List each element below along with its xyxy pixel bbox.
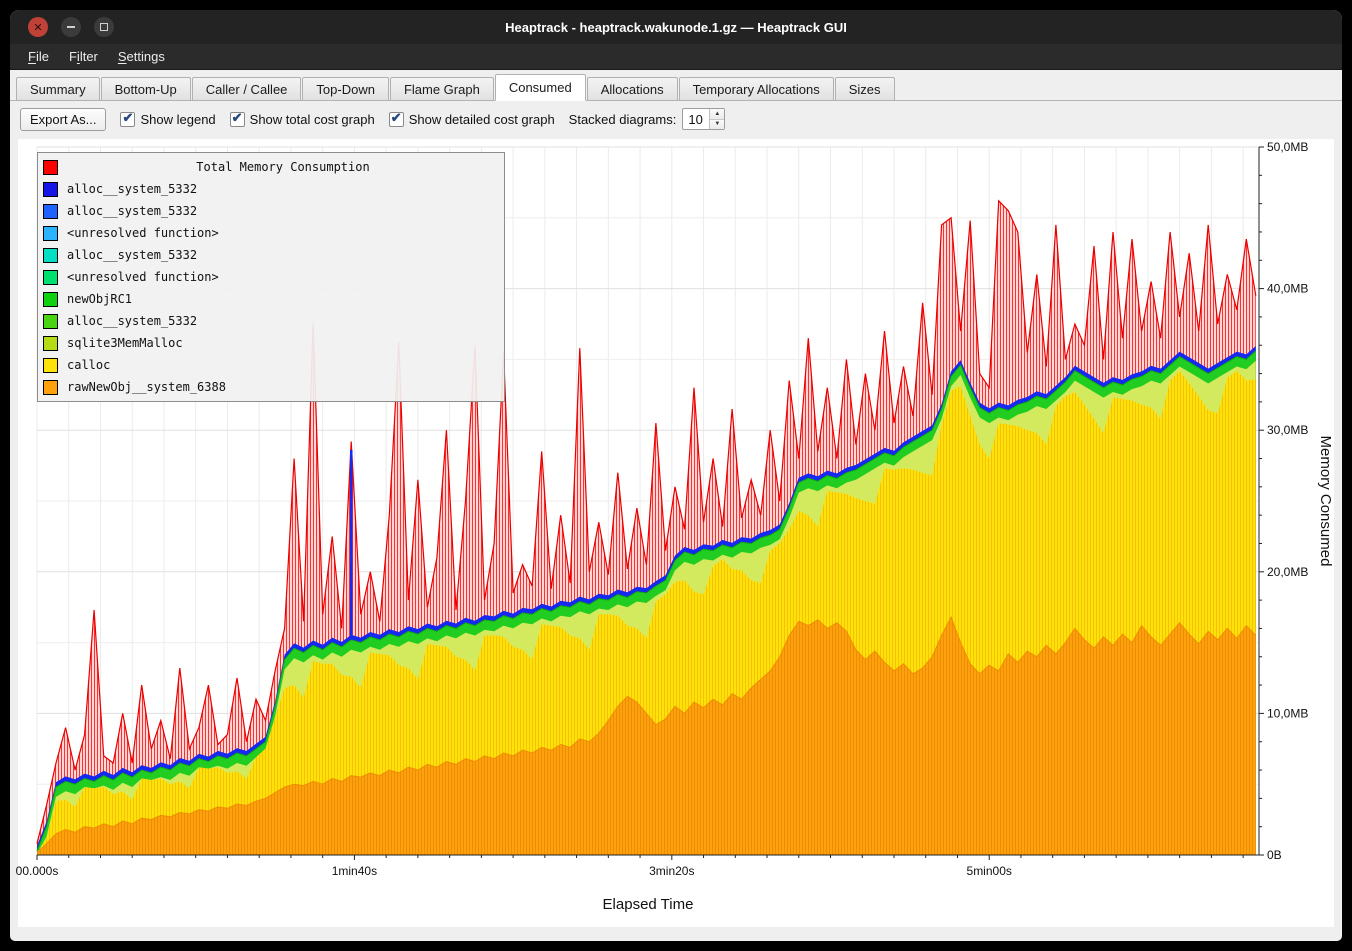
legend-item: alloc__system_5332 [43, 244, 499, 266]
menu-file[interactable]: File [18, 46, 59, 67]
tab-allocations[interactable]: Allocations [587, 77, 678, 100]
spinner-up-button[interactable]: ▲ [710, 109, 724, 120]
chart-toolbar: Export As... Show legend Show total cost… [10, 101, 1342, 137]
y-tick-label: 0B [1267, 848, 1282, 862]
menu-filter[interactable]: Filter [59, 46, 108, 67]
legend-label: newObjRC1 [67, 292, 132, 306]
legend-swatch [43, 380, 58, 395]
maximize-icon [100, 23, 108, 31]
app-window: ✕ Heaptrack - heaptrack.wakunode.1.gz — … [10, 10, 1342, 941]
legend-swatch [43, 248, 58, 263]
minimize-icon [67, 26, 75, 28]
y-tick-label: 10,0MB [1267, 706, 1308, 720]
show-total-cost-graph-checkbox[interactable]: Show total cost graph [230, 112, 375, 127]
legend-swatch [43, 336, 58, 351]
export-as-button[interactable]: Export As... [20, 108, 106, 131]
stacked-diagrams-label: Stacked diagrams: [569, 112, 677, 127]
show-legend-checkbox[interactable]: Show legend [120, 112, 215, 127]
legend-label: calloc [67, 358, 110, 372]
legend-item: alloc__system_5332 [43, 310, 499, 332]
legend-item: <unresolved function> [43, 266, 499, 288]
legend-label: sqlite3MemMalloc [67, 336, 183, 350]
checkbox-label: Show detailed cost graph [409, 112, 555, 127]
show-detailed-cost-graph-checkbox[interactable]: Show detailed cost graph [389, 112, 555, 127]
checkbox-indicator [389, 112, 404, 127]
legend-swatch [43, 292, 58, 307]
x-axis-title: Elapsed Time [603, 896, 694, 913]
legend-item: <unresolved function> [43, 222, 499, 244]
y-axis-title: Memory Consumed [1317, 436, 1334, 567]
legend-swatch [43, 270, 58, 285]
checkbox-indicator [120, 112, 135, 127]
menubar: FileFilterSettings [10, 44, 1342, 70]
minimize-button[interactable] [61, 17, 81, 37]
stacked-diagrams-spinner[interactable]: 10 ▲ ▼ [682, 108, 725, 130]
tab-temporary-allocations[interactable]: Temporary Allocations [679, 77, 834, 100]
legend-swatch [43, 314, 58, 329]
tab-consumed[interactable]: Consumed [495, 74, 586, 101]
tab-bottom-up[interactable]: Bottom-Up [101, 77, 191, 100]
checkbox-indicator [230, 112, 245, 127]
close-button[interactable]: ✕ [28, 17, 48, 37]
y-tick-label: 50,0MB [1267, 140, 1308, 154]
legend-item: rawNewObj__system_6388 [43, 376, 499, 398]
chart-area: 0B 10,0MB 20,0MB 30,0MB 40,0MB 50,0MB 00.000s 1… [18, 139, 1334, 927]
checkbox-label: Show legend [140, 112, 215, 127]
tab-sizes[interactable]: Sizes [835, 77, 895, 100]
window-controls: ✕ [28, 17, 114, 37]
menu-settings[interactable]: Settings [108, 46, 175, 67]
legend-label: <unresolved function> [67, 226, 219, 240]
legend-title-row: Total Memory Consumption [43, 156, 499, 178]
titlebar[interactable]: ✕ Heaptrack - heaptrack.wakunode.1.gz — … [10, 10, 1342, 44]
y-tick-label: 20,0MB [1267, 565, 1308, 579]
legend-item: sqlite3MemMalloc [43, 332, 499, 354]
legend-label: alloc__system_5332 [67, 182, 197, 196]
legend-title: Total Memory Consumption [67, 160, 499, 174]
tab-top-down[interactable]: Top-Down [302, 77, 389, 100]
legend-label: alloc__system_5332 [67, 248, 197, 262]
legend-item: alloc__system_5332 [43, 178, 499, 200]
x-tick-label: 5min00s [967, 864, 1012, 878]
legend-label: alloc__system_5332 [67, 204, 197, 218]
tab-caller-callee[interactable]: Caller / Callee [192, 77, 302, 100]
y-tick-label: 40,0MB [1267, 282, 1308, 296]
legend-label: alloc__system_5332 [67, 314, 197, 328]
spinner-value: 10 [683, 109, 709, 129]
legend-item: newObjRC1 [43, 288, 499, 310]
checkbox-label: Show total cost graph [250, 112, 375, 127]
chart-legend: Total Memory Consumption alloc__system_53… [37, 152, 505, 402]
legend-swatch [43, 182, 58, 197]
spinner-down-button[interactable]: ▼ [710, 120, 724, 130]
x-tick-label: 3min20s [649, 864, 694, 878]
tab-bar: SummaryBottom-UpCaller / CalleeTop-DownF… [10, 70, 1342, 101]
y-tick-label: 30,0MB [1267, 423, 1308, 437]
maximize-button[interactable] [94, 17, 114, 37]
legend-item: alloc__system_5332 [43, 200, 499, 222]
x-tick-label: 1min40s [332, 864, 377, 878]
tab-summary[interactable]: Summary [16, 77, 100, 100]
legend-swatch [43, 358, 58, 373]
spinner-arrows: ▲ ▼ [709, 109, 724, 129]
window-title: Heaptrack - heaptrack.wakunode.1.gz — He… [10, 20, 1342, 35]
tab-flame-graph[interactable]: Flame Graph [390, 77, 494, 100]
legend-item: calloc [43, 354, 499, 376]
legend-swatch [43, 226, 58, 241]
legend-swatch [43, 204, 58, 219]
legend-swatch [43, 160, 58, 175]
legend-label: rawNewObj__system_6388 [67, 380, 226, 394]
legend-label: <unresolved function> [67, 270, 219, 284]
x-tick-label: 00.000s [16, 864, 59, 878]
